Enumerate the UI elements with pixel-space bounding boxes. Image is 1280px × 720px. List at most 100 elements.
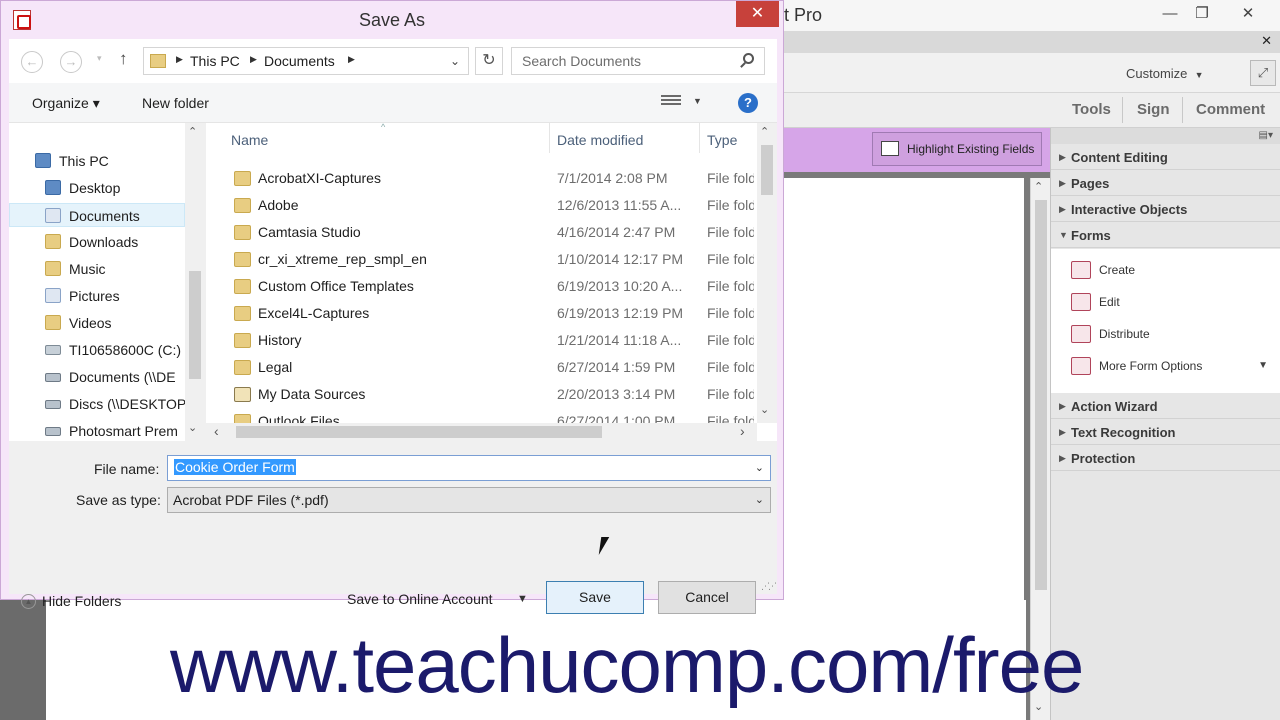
customize-menu[interactable]: Customize ▼: [1126, 66, 1204, 81]
chevron-down-icon[interactable]: ⌄: [450, 54, 460, 68]
scroll-left-icon[interactable]: ‹: [214, 423, 219, 439]
search-input[interactable]: [522, 53, 742, 69]
close-icon[interactable]: ✕: [1228, 2, 1268, 26]
view-options-icon[interactable]: [661, 95, 681, 109]
table-row[interactable]: My Data Sources 2/20/2013 3:14 PM File fol…: [206, 381, 754, 408]
hide-folders-button[interactable]: ▲ Hide Folders: [21, 593, 121, 609]
expand-icon[interactable]: ⤢: [1250, 60, 1276, 86]
table-row[interactable]: Adobe 12/6/2013 11:55 A... File folder: [206, 192, 754, 219]
search-icon[interactable]: [743, 53, 754, 64]
save-to-online-account-button[interactable]: Save to Online Account: [347, 591, 493, 607]
column-divider[interactable]: [699, 123, 700, 153]
tree-item-local-drive[interactable]: TI10658600C (C:): [9, 338, 185, 362]
chevron-down-icon[interactable]: ⌄: [755, 461, 764, 474]
table-row[interactable]: AcrobatXI-Captures 7/1/2014 2:08 PM File f…: [206, 165, 754, 192]
section-protection[interactable]: ▶ Protection: [1051, 446, 1280, 471]
table-row[interactable]: Custom Office Templates 6/19/2013 10:20 A…: [206, 273, 754, 300]
tree-item-videos[interactable]: Videos: [9, 311, 185, 335]
tree-item-desktop[interactable]: Desktop: [9, 176, 185, 200]
up-arrow-icon[interactable]: ↑: [119, 49, 128, 69]
chevron-down-icon[interactable]: ▼: [693, 96, 702, 106]
file-type: File folder: [707, 224, 754, 240]
table-row[interactable]: Legal 6/27/2014 1:59 PM File folder: [206, 354, 754, 381]
breadcrumb-this-pc[interactable]: This PC: [190, 53, 240, 69]
tree-item-this-pc[interactable]: This PC: [9, 149, 185, 173]
new-folder-button[interactable]: New folder: [142, 95, 209, 111]
tree-item-photosmart[interactable]: Photosmart Prem: [9, 419, 185, 443]
chevron-down-icon[interactable]: ▼: [517, 593, 528, 605]
tree-item-network-discs[interactable]: Discs (\\DESKTOP: [9, 392, 185, 416]
recent-locations-icon[interactable]: ▾: [97, 53, 102, 64]
refresh-icon[interactable]: ↻: [475, 47, 503, 75]
section-action-wizard[interactable]: ▶ Action Wizard: [1051, 394, 1280, 419]
forms-create[interactable]: Create: [1071, 259, 1135, 281]
resize-grip-icon[interactable]: ⋰⋰: [761, 581, 777, 592]
file-list-horizontal-scrollbar[interactable]: ‹ ›: [206, 423, 757, 441]
forward-icon[interactable]: →: [60, 51, 82, 73]
breadcrumb-separator-icon[interactable]: ▶: [348, 54, 355, 65]
breadcrumb-separator-icon[interactable]: ▶: [176, 54, 183, 65]
section-interactive-objects[interactable]: ▶ Interactive Objects: [1051, 197, 1280, 222]
search-box[interactable]: [511, 47, 765, 75]
comment-pane-button[interactable]: Comment: [1196, 101, 1265, 118]
chevron-down-icon[interactable]: ⌄: [755, 493, 764, 506]
scroll-down-icon[interactable]: ⌄: [760, 403, 769, 416]
cancel-button[interactable]: Cancel: [658, 581, 756, 614]
column-header-name[interactable]: Name: [231, 132, 268, 148]
column-divider[interactable]: [549, 123, 550, 153]
section-content-editing[interactable]: ▶ Content Editing: [1051, 145, 1280, 170]
tree-item-network-documents[interactable]: Documents (\\DE: [9, 365, 185, 389]
table-row[interactable]: Camtasia Studio 4/16/2014 2:47 PM File fol…: [206, 219, 754, 246]
pane-options-icon[interactable]: ▤▾: [1259, 130, 1273, 141]
maximize-icon[interactable]: ❐: [1182, 2, 1222, 26]
sign-pane-button[interactable]: Sign: [1137, 101, 1170, 118]
tree-item-downloads[interactable]: Downloads: [9, 230, 185, 254]
column-header-type[interactable]: Type: [707, 132, 737, 148]
scroll-up-icon[interactable]: ⌃: [760, 125, 769, 138]
highlight-existing-fields-button[interactable]: Highlight Existing Fields: [872, 132, 1042, 166]
table-row[interactable]: cr_xi_xtreme_rep_smpl_en 1/10/2014 12:17 …: [206, 246, 754, 273]
help-icon[interactable]: ?: [738, 93, 758, 113]
close-icon[interactable]: ✕: [736, 1, 779, 27]
tree-item-pictures[interactable]: Pictures: [9, 284, 185, 308]
forms-more-options[interactable]: More Form Options: [1071, 355, 1202, 377]
back-icon[interactable]: ←: [21, 51, 43, 73]
tree-item-music[interactable]: Music: [9, 257, 185, 281]
forms-distribute[interactable]: Distribute: [1071, 323, 1150, 345]
file-list-vertical-scrollbar[interactable]: ⌃ ⌄: [757, 123, 777, 423]
folder-icon: [234, 252, 251, 267]
organize-button[interactable]: Organize ▾: [32, 95, 100, 112]
save-button[interactable]: Save: [546, 581, 644, 614]
breadcrumb-separator-icon[interactable]: ▶: [250, 54, 257, 65]
scroll-down-icon[interactable]: ⌄: [188, 421, 197, 434]
scroll-thumb[interactable]: [1035, 200, 1047, 590]
address-bar[interactable]: ▶ This PC ▶ Documents ▶ ⌄: [143, 47, 469, 75]
breadcrumb-documents[interactable]: Documents: [264, 53, 335, 69]
file-name-field[interactable]: Cookie Order Form ⌄: [167, 455, 771, 481]
section-pages[interactable]: ▶ Pages: [1051, 171, 1280, 196]
table-row[interactable]: Excel4L-Captures 6/19/2013 12:19 PM File f…: [206, 300, 754, 327]
forms-edit[interactable]: Edit: [1071, 291, 1120, 313]
file-name-value[interactable]: Cookie Order Form: [174, 459, 296, 475]
scroll-right-icon[interactable]: ›: [740, 423, 745, 439]
table-row[interactable]: Outlook Files 6/27/2014 1:00 PM File folde…: [206, 408, 754, 423]
chevron-down-icon: ▼: [1194, 70, 1204, 80]
navigation-pane-scrollbar[interactable]: ⌃ ⌄: [185, 123, 205, 441]
close-document-icon[interactable]: ✕: [1261, 33, 1272, 49]
desktop-folder-icon: [45, 180, 61, 195]
chevron-down-icon[interactable]: ▼: [1258, 360, 1268, 371]
section-text-recognition[interactable]: ▶ Text Recognition: [1051, 420, 1280, 445]
divider: [1122, 97, 1123, 123]
scroll-thumb[interactable]: [189, 271, 201, 379]
scroll-thumb[interactable]: [236, 426, 602, 438]
section-label: Interactive Objects: [1071, 202, 1188, 217]
section-forms[interactable]: ▼ Forms: [1051, 223, 1280, 248]
save-as-type-select[interactable]: Acrobat PDF Files (*.pdf) ⌄: [167, 487, 771, 513]
scroll-up-icon[interactable]: ⌃: [1034, 180, 1043, 193]
column-header-date-modified[interactable]: Date modified: [557, 132, 643, 148]
table-row[interactable]: History 1/21/2014 11:18 A... File folder: [206, 327, 754, 354]
tree-item-documents[interactable]: Documents: [9, 203, 185, 227]
scroll-up-icon[interactable]: ⌃: [188, 125, 197, 138]
scroll-thumb[interactable]: [761, 145, 773, 195]
tools-pane-button[interactable]: Tools: [1072, 101, 1111, 118]
